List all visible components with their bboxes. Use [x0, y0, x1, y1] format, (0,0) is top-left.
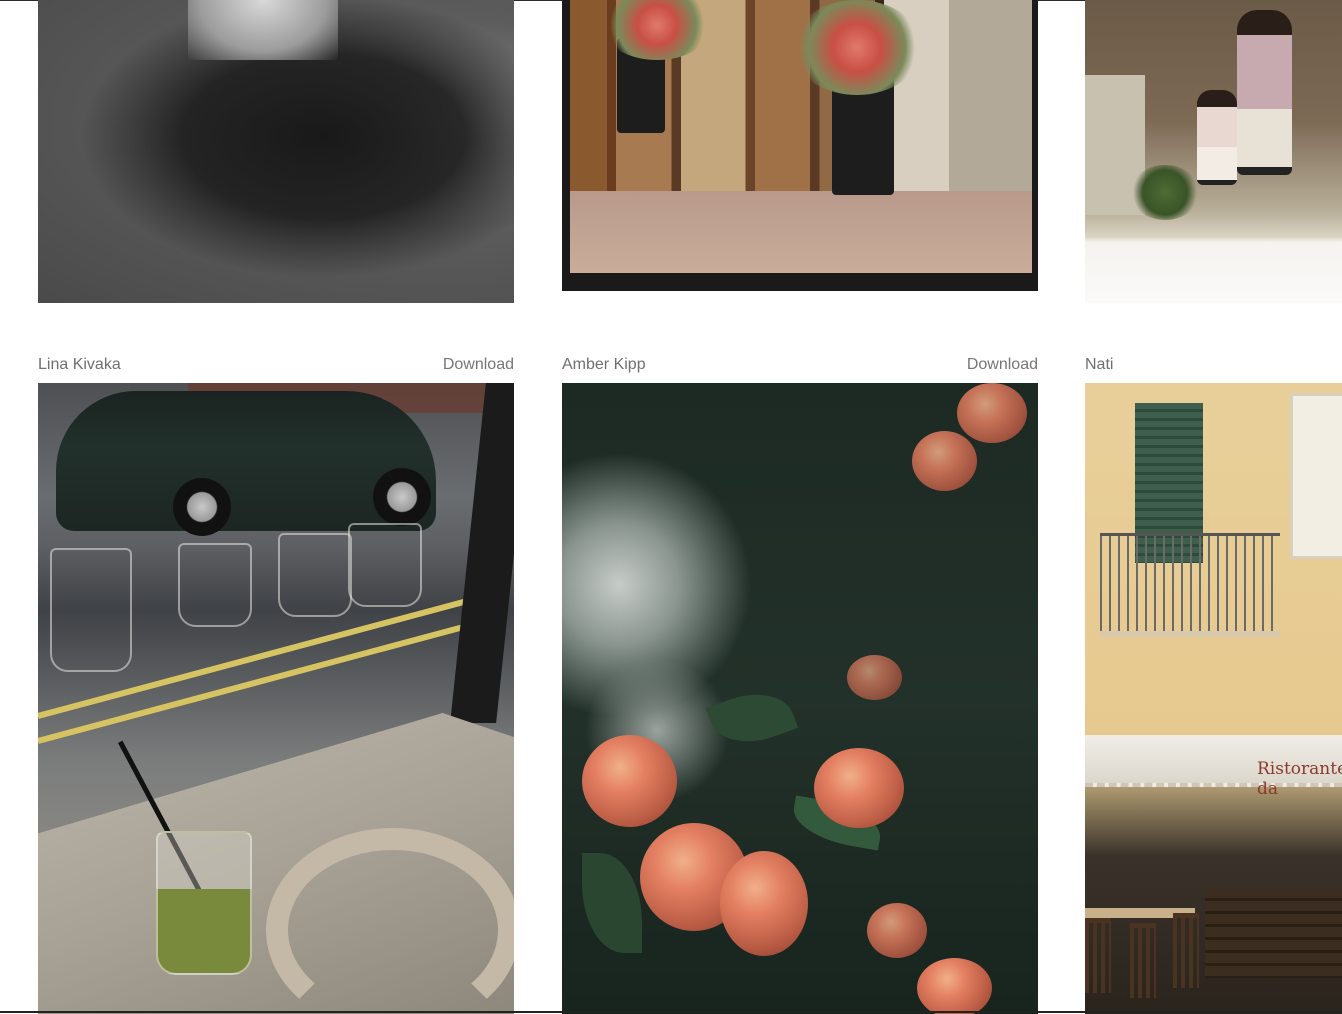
photo-detail: [178, 543, 252, 627]
photo-detail: [705, 680, 799, 756]
photo-detail: [278, 533, 352, 617]
photo-restaurant-building[interactable]: Ristorante da: [1085, 383, 1342, 1014]
photo-detail: [50, 548, 132, 672]
photo-woman-child[interactable]: [1085, 0, 1342, 303]
photo-detail: [1197, 90, 1237, 185]
photo-detail: [847, 655, 902, 700]
download-button[interactable]: Download: [443, 356, 514, 374]
photo-detail: [450, 383, 514, 723]
download-button[interactable]: Download: [967, 356, 1038, 374]
photo-detail: [1173, 913, 1199, 988]
photo-apples[interactable]: [562, 383, 1038, 1014]
author-link[interactable]: Lina Kivaka: [38, 356, 121, 374]
photo-card-header: Nati: [1085, 354, 1342, 376]
photo-detail: [156, 831, 252, 975]
photo-detail: [582, 735, 677, 827]
photo-detail: [373, 468, 431, 526]
author-link[interactable]: Amber Kipp: [562, 356, 646, 374]
photo-detail: [1085, 918, 1111, 993]
photo-detail: [912, 431, 977, 491]
photo-detail: [582, 853, 642, 953]
photo-detail: [867, 903, 927, 958]
photo-cafe-window[interactable]: [38, 383, 514, 1014]
photo-detail: [1237, 10, 1292, 175]
photo-detail: [188, 0, 338, 60]
photo-detail: [1130, 923, 1156, 998]
photo-detail: [173, 478, 231, 536]
photo-card-header: Lina Kivaka Download: [38, 354, 514, 376]
photo-detail: [1130, 165, 1200, 220]
photo-detail: [792, 0, 922, 95]
photo-detail: [348, 523, 422, 607]
photo-card-header: Amber Kipp Download: [562, 354, 1038, 376]
author-link[interactable]: Nati: [1085, 356, 1113, 374]
bottom-divider: [0, 1011, 1342, 1013]
photo-detail: [720, 851, 808, 956]
photo-detail: [1290, 393, 1342, 559]
photo-gallery-page: Lina Kivaka Download Amber Kipp Download…: [0, 0, 1342, 1014]
photo-detail: [814, 748, 904, 828]
photo-boots-flowers[interactable]: [562, 0, 1038, 291]
photo-detail: [957, 383, 1027, 443]
photo-bw-person[interactable]: [38, 0, 514, 303]
restaurant-sign-text: Ristorante da: [1257, 759, 1342, 799]
photo-detail: [1100, 533, 1280, 637]
photo-detail: [1205, 888, 1342, 978]
photo-detail: [917, 958, 992, 1014]
